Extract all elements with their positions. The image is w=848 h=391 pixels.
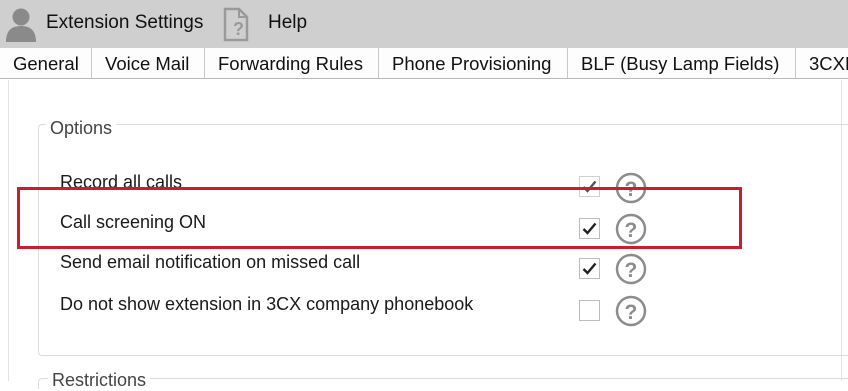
options-legend: Options — [46, 118, 117, 139]
svg-text:?: ? — [233, 19, 244, 39]
missed-call-email-checkbox[interactable] — [579, 258, 600, 279]
tab-phone-provisioning[interactable]: Phone Provisioning — [392, 48, 568, 78]
svg-text:?: ? — [625, 301, 638, 324]
highlight-box — [17, 187, 742, 249]
page-title: Extension Settings — [46, 12, 204, 33]
tab-general[interactable]: General — [13, 48, 92, 78]
checkmark-icon — [582, 262, 597, 275]
hide-from-phonebook-checkbox[interactable] — [579, 300, 600, 321]
tab-3cxp[interactable]: 3CXP — [809, 48, 848, 78]
tab-bar: General Voice Mail Forwarding Rules Phon… — [0, 48, 848, 79]
help-icon[interactable]: ? — [221, 4, 255, 49]
content-border — [8, 80, 9, 381]
tab-blf[interactable]: BLF (Busy Lamp Fields) — [581, 48, 796, 78]
user-icon — [4, 6, 38, 47]
restrictions-fieldset — [38, 378, 848, 389]
svg-text:?: ? — [625, 259, 638, 282]
hide-from-phonebook-label: Do not show extension in 3CX company pho… — [60, 294, 474, 314]
header-bar: Extension Settings ? Help — [0, 0, 848, 48]
question-circle-icon[interactable]: ? — [615, 295, 647, 327]
help-link[interactable]: Help — [268, 12, 307, 34]
missed-call-email-label: Send email notification on missed call — [60, 252, 361, 272]
question-circle-icon[interactable]: ? — [615, 253, 647, 285]
tab-forwarding-rules[interactable]: Forwarding Rules — [218, 48, 379, 78]
tab-voice-mail[interactable]: Voice Mail — [105, 48, 205, 78]
